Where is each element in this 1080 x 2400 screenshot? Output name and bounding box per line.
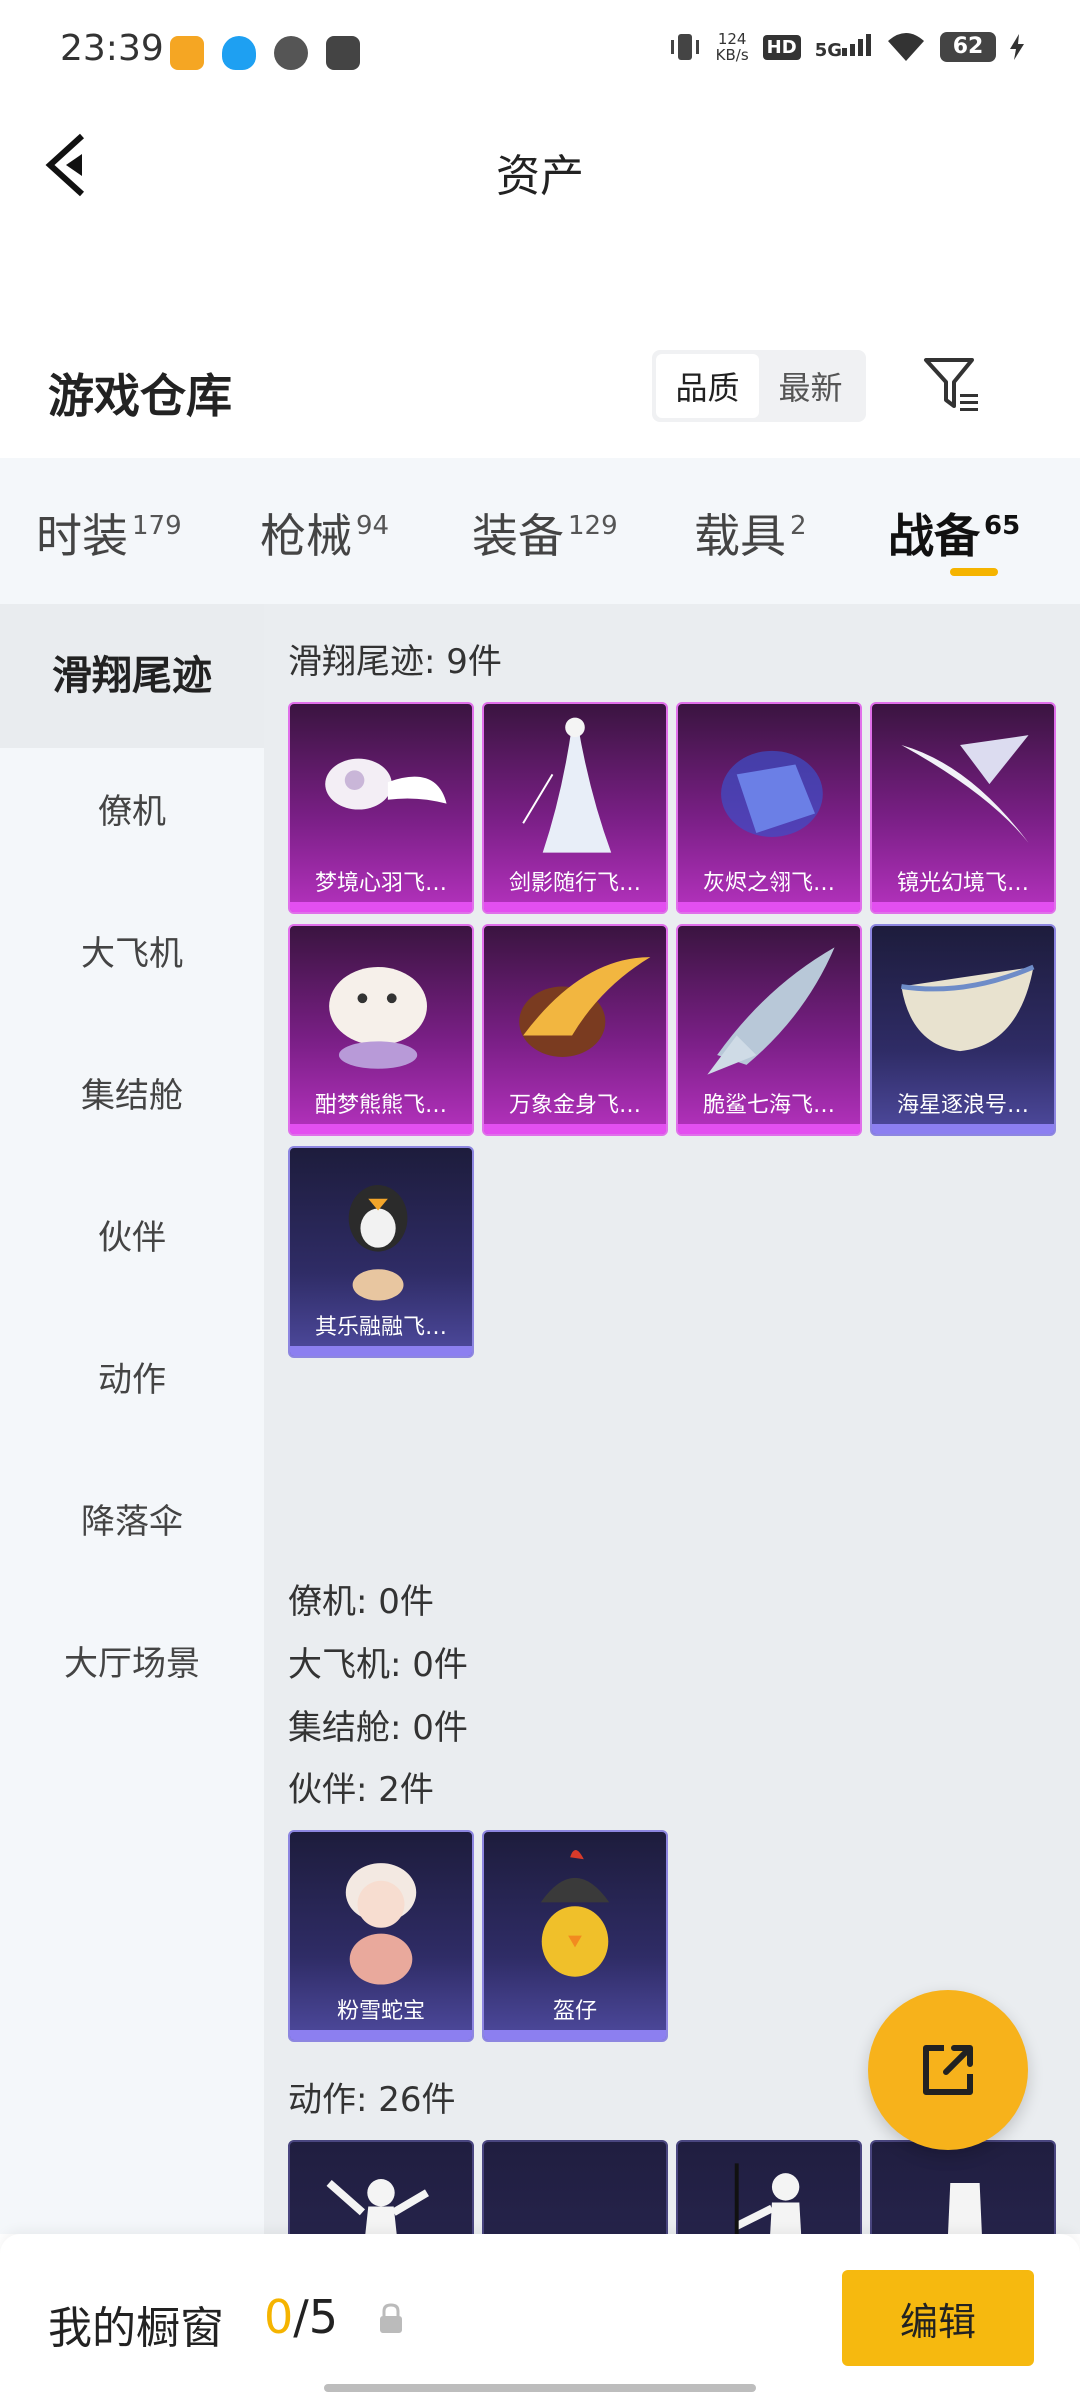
tab-combat-gear[interactable]: 战备 65 [888,500,1020,566]
sidebar-item-lobby-scene[interactable]: 大厅场景 [0,1636,264,1685]
active-tab-indicator [950,568,998,576]
qq-icon [222,36,256,70]
page-title: 资产 [496,151,584,202]
message-icon [326,36,360,70]
item-card[interactable]: 灰烬之翎飞… [676,702,862,914]
subcategory-sidebar: 滑翔尾迹 僚机 大飞机 集结舱 伙伴 动作 降落伞 大厅场景 [0,604,264,2234]
item-card[interactable]: 梦境心羽飞… [288,702,474,914]
item-image [948,2182,982,2234]
home-indicator[interactable] [324,2384,756,2392]
showcase-count: 0/5 [264,2290,339,2344]
item-card[interactable]: 海星逐浪号… [870,924,1056,1136]
item-card[interactable]: 万象金身飞… [482,924,668,1136]
sidebar-item-pod[interactable]: 集结舱 [0,1068,264,1117]
item-card[interactable]: 其乐融融飞… [288,1146,474,1358]
sort-by-newest[interactable]: 最新 [759,354,862,418]
status-indicators: 124 KB/s HD 5G 62 [668,30,1024,64]
group-label-plane: 大飞机: 0件 [288,1645,468,1685]
sort-by-quality[interactable]: 品质 [656,354,759,418]
group-label-wingman: 僚机: 0件 [288,1582,434,1622]
item-image [348,1185,408,1301]
item-card[interactable]: 脆鲨七海飞… [676,924,862,1136]
item-card[interactable] [288,2140,474,2234]
lock-icon [380,2303,402,2333]
item-card[interactable]: 粉雪蛇宝 [288,1830,474,2042]
sort-toggle: 品质 最新 [652,350,866,422]
category-tabs: 时装 179 枪械 94 装备 129 载具 2 战备 65 [0,458,1080,604]
group-label-companion: 伙伴: 2件 [288,1770,434,1810]
item-card[interactable]: 剑影随行飞… [482,702,668,914]
planet-icon [274,36,308,70]
item-card[interactable] [482,2140,668,2234]
hd-icon: HD [762,34,801,60]
clock: 23:39 [60,28,164,69]
signal-icon: 5G [815,33,872,61]
item-image [721,750,823,837]
group-label-pod: 集结舱: 0件 [288,1708,468,1748]
sidebar-item-wingman[interactable]: 僚机 [0,784,264,833]
item-image [734,2163,802,2234]
sidebar-item-companion[interactable]: 伙伴 [0,1210,264,1259]
warehouse-title: 游戏仓库 [48,369,232,423]
item-image [519,957,651,1057]
item-image [325,758,447,810]
item-image [326,2179,429,2234]
vibrate-icon [670,34,699,60]
charging-icon [1010,34,1024,60]
sidebar-item-glide-trail[interactable]: 滑翔尾迹 [0,604,264,748]
item-image [540,1849,610,1977]
sidebar-item-action[interactable]: 动作 [0,1352,264,1401]
tab-equipment[interactable]: 装备 129 [472,500,618,566]
item-image [901,735,1029,843]
filter-icon [924,358,978,411]
filter-button[interactable] [922,356,986,416]
status-bar: 23:39 124 KB/s HD 5G 62 [0,0,1080,100]
item-image [707,947,835,1075]
app-notification-icon [170,36,204,70]
item-card[interactable] [676,2140,862,2234]
share-icon [923,2045,973,2095]
showcase-label: 我的橱窗 [48,2303,224,2354]
item-image [345,1863,417,1985]
group-label-action: 动作: 26件 [288,2080,456,2120]
item-card[interactable]: 镜光幻境飞… [870,702,1056,914]
item-card[interactable]: 盔仔 [482,1830,668,2042]
tab-firearms[interactable]: 枪械 94 [260,500,389,566]
tab-fashion[interactable]: 时装 179 [36,500,182,566]
bottom-showcase-bar: 我的橱窗 0/5 编辑 [0,2234,1080,2400]
item-image [522,717,612,853]
notification-icons [170,36,360,70]
wifi-icon [888,33,924,61]
item-image [329,966,427,1069]
share-button[interactable] [868,1990,1028,2150]
item-image [900,964,1035,1052]
group-label-glide-trail: 滑翔尾迹: 9件 [288,642,502,682]
battery-icon: 62 [940,32,996,62]
item-card[interactable] [870,2140,1056,2234]
tab-vehicles[interactable]: 载具 2 [694,500,807,566]
sidebar-item-parachute[interactable]: 降落伞 [0,1494,264,1543]
network-speed: 124 KB/s [715,30,749,64]
item-card[interactable]: 酣梦熊熊飞… [288,924,474,1136]
edit-button[interactable]: 编辑 [842,2270,1034,2366]
item-grid: 滑翔尾迹: 9件 梦境心羽飞… 剑影随行飞… 灰烬之翎飞… 镜光幻境飞… 酣梦熊… [264,604,1080,2234]
sidebar-item-plane[interactable]: 大飞机 [0,926,264,975]
